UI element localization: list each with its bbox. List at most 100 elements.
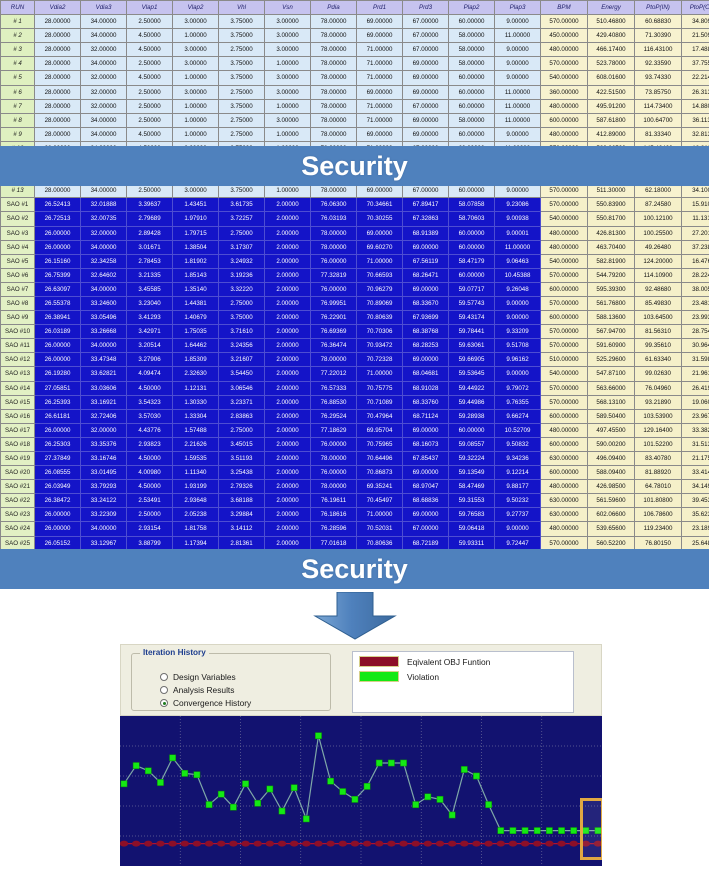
table-row[interactable]: SAO #4 26.00000 34.00000 3.01671 1.38504 3.17…	[0, 239, 709, 255]
table-row[interactable]: # 3 28.00000 32.00000 4.50000 3.00000 2.75000…	[0, 42, 709, 58]
cell-value: 11.00000	[494, 239, 541, 255]
cell-value: 2.93154	[126, 521, 173, 537]
table-row[interactable]: SAO #24 26.00000 34.00000 2.93154 1.81758 3.1…	[0, 521, 709, 537]
table-row[interactable]: SAO #8 26.55378 33.24600 3.23040 1.44381 2.75…	[0, 295, 709, 312]
table-row[interactable]: SAO #9 26.38941 33.05496 3.41293 1.40679 3.75…	[0, 310, 709, 326]
chart-legend: Eqivalent OBJ Funtion Violation	[352, 651, 574, 713]
cell-value: 3.45015	[218, 436, 265, 453]
table-row[interactable]: SAO #13 26.19280 33.62821 4.09474 2.32630 3.5…	[0, 366, 709, 382]
column-header-prd3[interactable]: Prd3	[402, 0, 449, 16]
results-table-container[interactable]: RUN Vdia2 Vdia3 Vlap1 Vlap2 Vhl Vsn Pdia Prd1 Prd…	[0, 0, 709, 580]
table-row[interactable]: SAO #7 26.63097 34.00000 3.45585 1.35140 3.32…	[0, 281, 709, 297]
table-row[interactable]: SAO #16 26.61181 32.72406 3.57030 1.33304 2.8…	[0, 408, 709, 424]
cell-value: 71.00000	[356, 253, 403, 269]
cell-output: 550.83900	[587, 197, 635, 213]
column-header-pdia[interactable]: Pdia	[310, 0, 357, 16]
table-row[interactable]: SAO #1 26.52413 32.01888 3.39637 1.43451 3.61…	[0, 197, 709, 213]
cell-value: 28.00000	[34, 98, 81, 114]
cell-value: 1.59535	[172, 450, 219, 467]
column-header-vlap2[interactable]: Vlap2	[172, 0, 219, 16]
column-header-vlap1[interactable]: Vlap1	[126, 0, 173, 16]
cell-value: 70.96279	[356, 281, 403, 297]
cell-value: 2.00000	[264, 436, 311, 453]
cell-value: 70.86873	[356, 465, 403, 481]
cell-output: 570.00000	[540, 197, 588, 213]
cell-value: 3.29884	[218, 507, 265, 523]
column-header-plap3[interactable]: Plap3	[494, 0, 541, 16]
radio-convergence-history[interactable]: Convergence History	[160, 698, 251, 708]
table-row[interactable]: SAO #23 26.00000 33.22309 2.50000 2.05238 3.2…	[0, 507, 709, 523]
cell-value: 59.78441	[448, 324, 495, 340]
cell-value: 28.00000	[34, 28, 81, 44]
table-row[interactable]: SAO #3 26.00000 32.00000 2.89428 1.79715 2.75…	[0, 225, 709, 241]
radio-icon[interactable]	[160, 673, 168, 681]
cell-value: 67.00000	[402, 42, 449, 58]
cell-value: 26.72513	[34, 211, 81, 227]
cell-value: 78.00000	[310, 70, 357, 86]
cell-value: 11.00000	[494, 112, 541, 128]
column-header-prd1[interactable]: Prd1	[356, 0, 403, 16]
table-row[interactable]: SAO #12 26.00000 33.47348 3.27906 1.85309 3.2…	[0, 352, 709, 368]
cell-value: 78.00000	[310, 352, 357, 368]
cell-value: 3.71610	[218, 324, 265, 340]
table-row[interactable]: # 2 28.00000 34.00000 4.50000 1.00000 3.75000…	[0, 28, 709, 44]
cell-value: 76.19611	[310, 493, 357, 509]
cell-value: 33.16746	[80, 450, 127, 467]
radio-icon-selected[interactable]	[160, 699, 168, 707]
column-header-energy[interactable]: Energy	[587, 0, 635, 16]
cell-value: 68.68836	[402, 493, 449, 509]
table-row[interactable]: SAO #17 26.00000 32.00000 4.43776 1.57488 2.7…	[0, 422, 709, 438]
cell-value: 71.00000	[356, 56, 403, 72]
cell-value: 69.00000	[402, 56, 449, 72]
cell-value: 2.50000	[126, 56, 173, 72]
table-row[interactable]: SAO #14 27.05851 33.03606 4.50000 1.12131 3.0…	[0, 380, 709, 396]
table-row[interactable]: SAO #18 26.25303 33.35376 2.93823 2.21626 3.4…	[0, 436, 709, 453]
table-row[interactable]: SAO #21 26.03949 33.79293 4.50000 1.93199 2.7…	[0, 479, 709, 495]
cell-value: 4.00980	[126, 465, 173, 481]
table-row[interactable]: SAO #2 26.72513 32.00735 2.79689 1.97910 3.72…	[0, 211, 709, 227]
table-row[interactable]: SAO #19 27.37849 33.16746 4.50000 1.59535 3.5…	[0, 450, 709, 467]
column-header-bpm[interactable]: BPM	[540, 0, 588, 16]
table-row[interactable]: # 4 28.00000 34.00000 2.50000 3.00000 3.75000…	[0, 56, 709, 72]
cell-value: 68.28253	[402, 338, 449, 354]
table-row[interactable]: SAO #22 26.38472 33.24122 2.53491 2.93648 3.6…	[0, 493, 709, 509]
column-header-vdia3[interactable]: Vdia3	[80, 0, 127, 16]
cell-value: 71.00000	[356, 112, 403, 128]
cell-output: 496.09400	[587, 450, 635, 467]
table-row[interactable]: SAO #5 26.15160 32.34258 2.78453 1.81902 3.24…	[0, 253, 709, 269]
table-row[interactable]: # 7 28.00000 32.00000 2.50000 1.00000 3.75000…	[0, 98, 709, 114]
column-header-vsn[interactable]: Vsn	[264, 0, 311, 16]
cell-value: 69.60270	[356, 239, 403, 255]
table-row[interactable]: # 1 28.00000 34.00000 2.50000 3.00000 3.75000…	[0, 14, 709, 30]
column-header-ptop-out-[interactable]: PtoP(OUT)	[681, 0, 709, 16]
convergence-history-chart[interactable]	[120, 716, 602, 866]
radio-analysis-results[interactable]: Analysis Results	[160, 685, 234, 695]
column-header-vdia2[interactable]: Vdia2	[34, 0, 81, 16]
cell-output: 23.48100	[681, 295, 709, 312]
cell-output: 116.43100	[634, 42, 682, 58]
column-header-plap2[interactable]: Plap2	[448, 0, 495, 16]
cell-value: 34.00000	[80, 14, 127, 30]
table-row[interactable]: SAO #11 26.00000 34.00000 3.20514 1.64462 3.2…	[0, 338, 709, 354]
cell-value: 34.00000	[80, 521, 127, 537]
cell-value: 28.00000	[34, 84, 81, 100]
cell-output: 28.75450	[681, 324, 709, 340]
table-row[interactable]: # 9 28.00000 34.00000 4.50000 1.00000 2.75000…	[0, 126, 709, 142]
cell-value: 3.25438	[218, 465, 265, 481]
table-row[interactable]: # 5 28.00000 32.00000 4.50000 1.00000 3.75000…	[0, 70, 709, 86]
radio-icon[interactable]	[160, 686, 168, 694]
column-header-ptop-in-[interactable]: PtoP(IN)	[634, 0, 682, 16]
table-row[interactable]: # 6 28.00000 32.00000 2.50000 3.00000 2.75000…	[0, 84, 709, 100]
cell-output: 570.00000	[540, 324, 588, 340]
row-label: SAO #5	[0, 253, 35, 269]
table-row[interactable]: SAO #15 26.25393 33.16921 3.54323 1.30330 3.2…	[0, 394, 709, 410]
cell-value: 76.03193	[310, 211, 357, 227]
table-row[interactable]: SAO #20 26.08555 33.01495 4.00980 1.11340 3.2…	[0, 465, 709, 481]
table-row[interactable]: SAO #6 26.75399 32.64602 3.21335 1.85143 3.19…	[0, 267, 709, 283]
table-row[interactable]: # 8 28.00000 34.00000 2.50000 1.00000 2.75000…	[0, 112, 709, 128]
table-row[interactable]: SAO #10 26.03189 33.26668 3.42971 1.75035 3.7…	[0, 324, 709, 340]
radio-design-variables[interactable]: Design Variables	[160, 672, 236, 682]
column-header-vhl[interactable]: Vhl	[218, 0, 265, 16]
cell-value: 60.00000	[448, 267, 495, 283]
column-header-run[interactable]: RUN	[0, 0, 35, 16]
